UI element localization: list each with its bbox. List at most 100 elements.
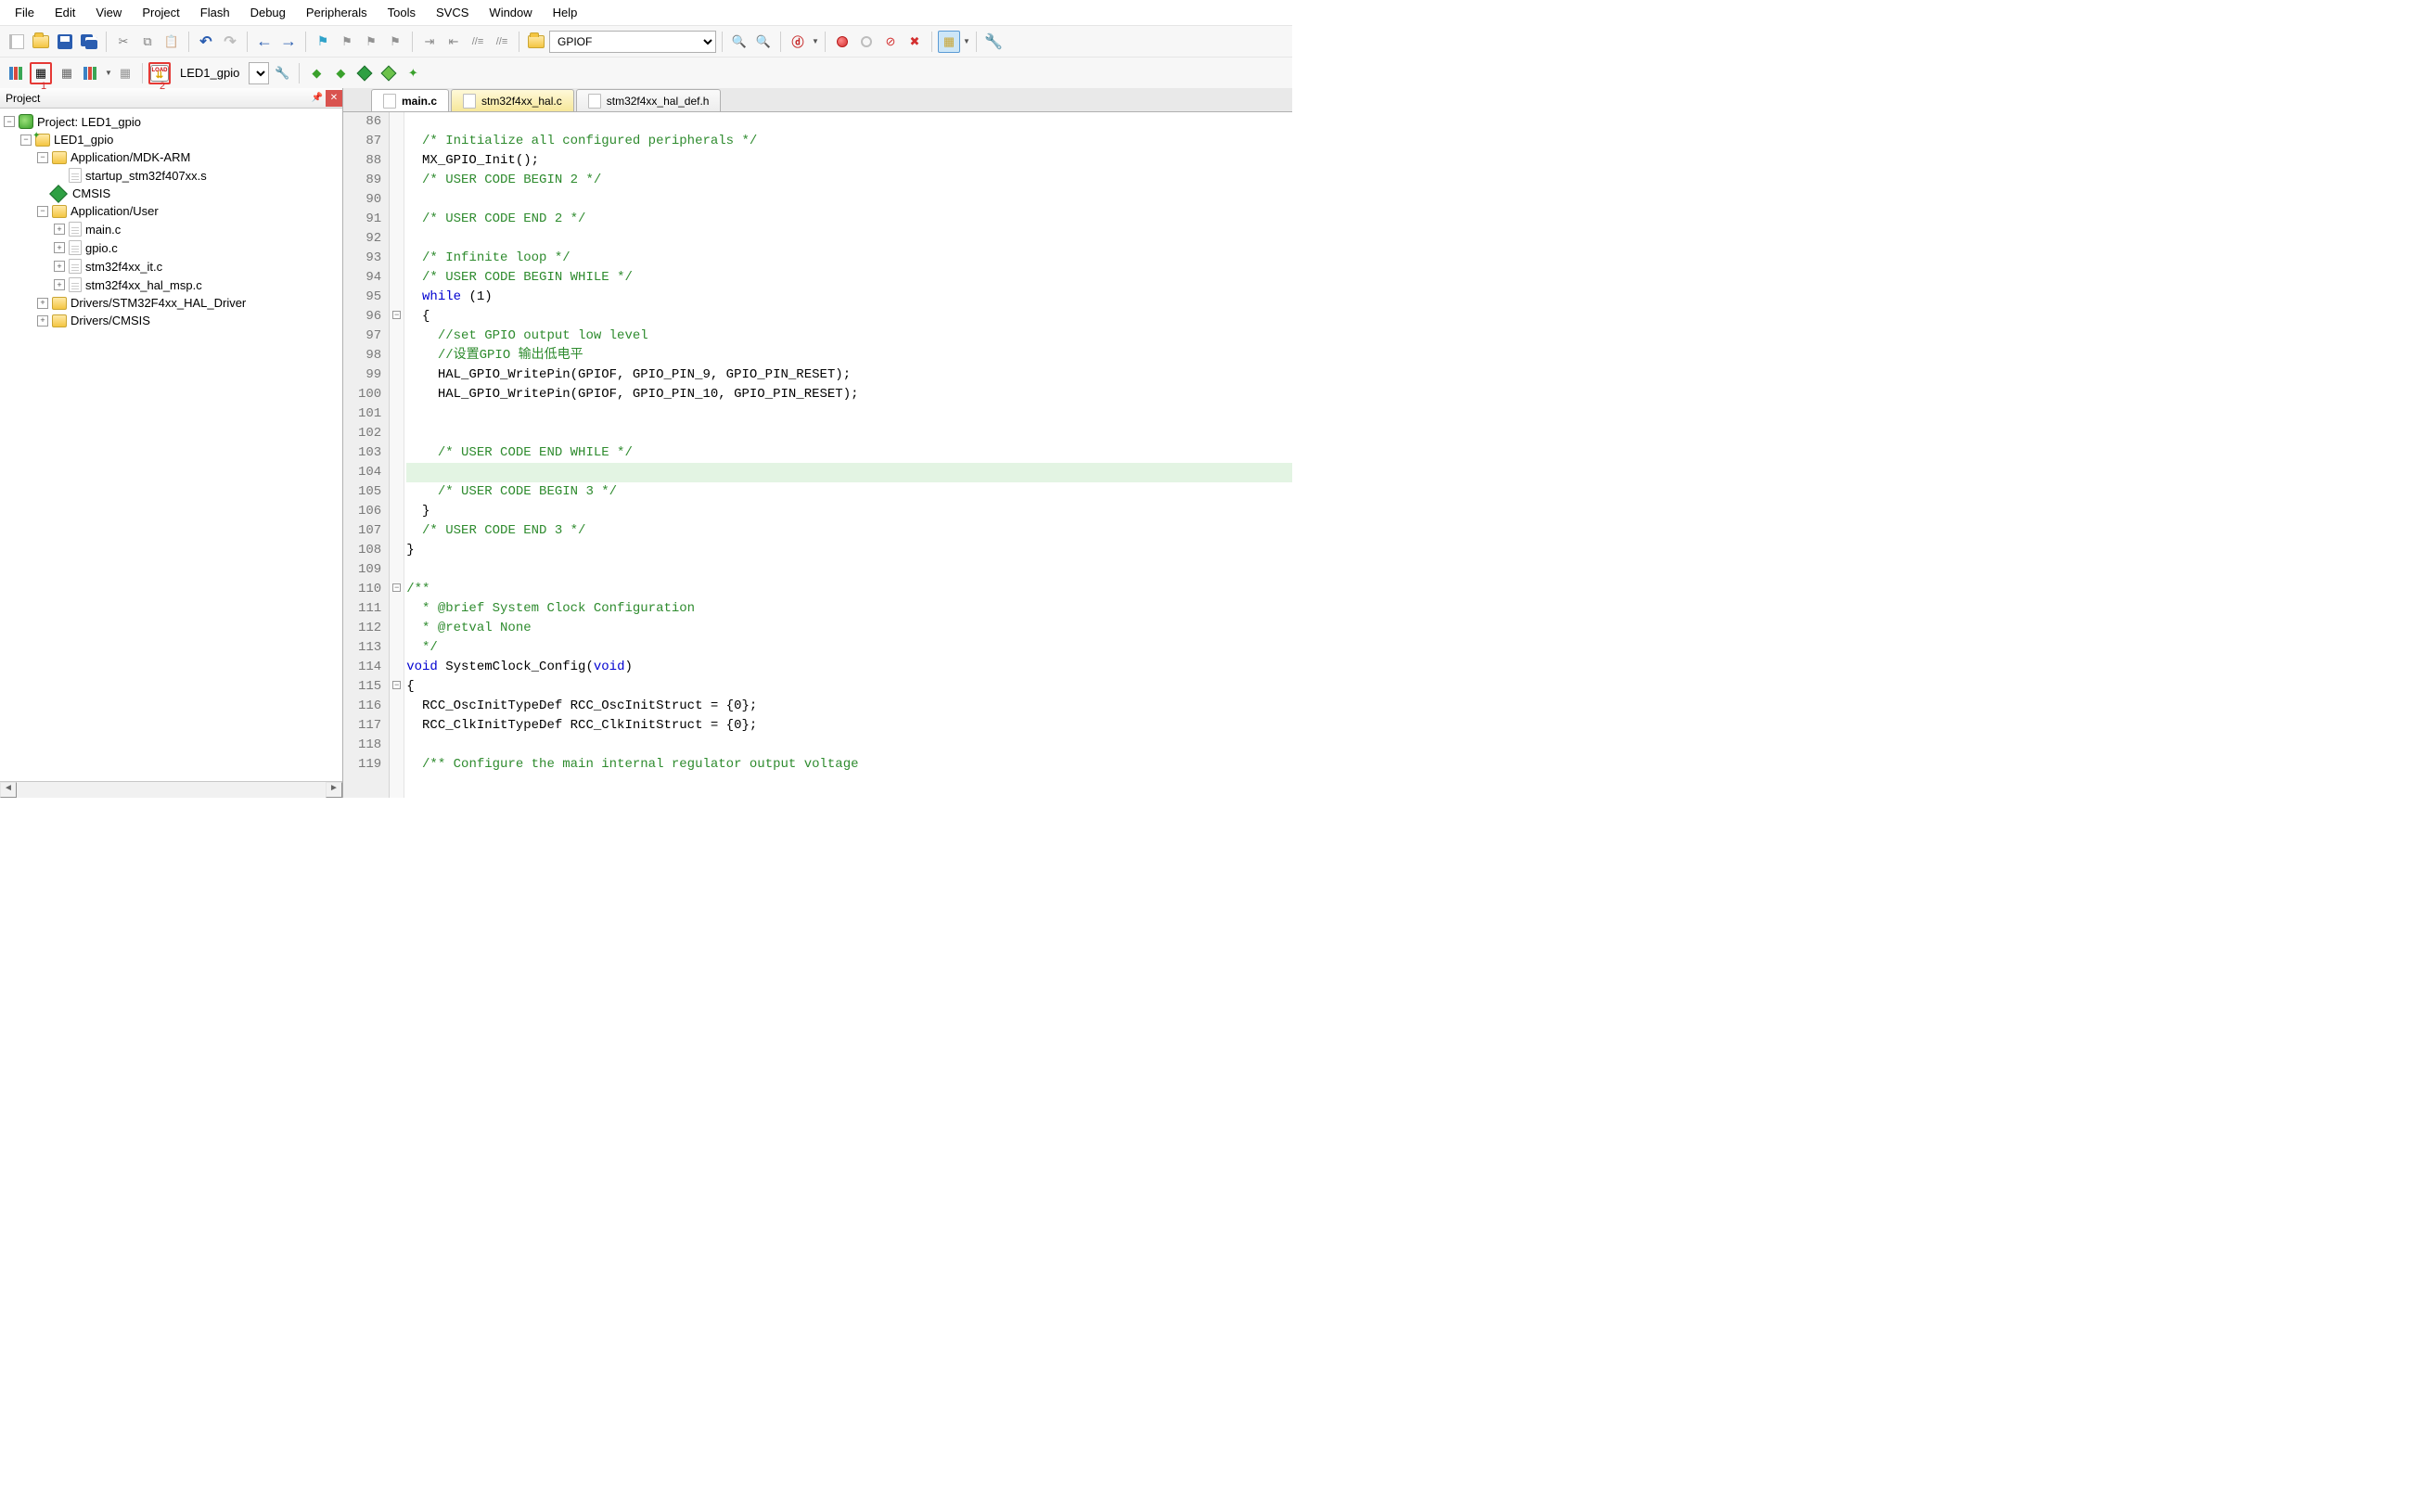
tree-file[interactable]: +stm32f4xx_it.c bbox=[54, 257, 340, 275]
panel-pin-button[interactable]: 📌 bbox=[309, 90, 326, 107]
fold-toggle[interactable]: − bbox=[392, 681, 401, 689]
tree-group-label: Application/MDK-ARM bbox=[71, 150, 190, 164]
tree-build-target[interactable]: − LED1_gpio bbox=[20, 131, 340, 148]
expander-icon[interactable]: − bbox=[4, 116, 15, 127]
stop-build-button[interactable]: ▦ bbox=[114, 62, 136, 84]
redo-button[interactable]: ↷ bbox=[219, 31, 241, 53]
scroll-left-button[interactable]: ◄ bbox=[0, 782, 17, 798]
tree-group-label: CMSIS bbox=[72, 186, 110, 200]
menu-item-svcs[interactable]: SVCS bbox=[427, 2, 478, 23]
paste-button[interactable]: 📋 bbox=[160, 31, 183, 53]
menu-item-tools[interactable]: Tools bbox=[378, 2, 425, 23]
books-button[interactable]: ✦ bbox=[402, 62, 424, 84]
menu-item-peripherals[interactable]: Peripherals bbox=[297, 2, 377, 23]
menu-item-help[interactable]: Help bbox=[544, 2, 587, 23]
tree-group-cmsis[interactable]: CMSIS bbox=[37, 185, 340, 202]
new-file-button[interactable] bbox=[6, 31, 28, 53]
tree-root[interactable]: − Project: LED1_gpio bbox=[4, 112, 340, 131]
copy-button[interactable]: ⧉ bbox=[136, 31, 159, 53]
tree-group-mdk[interactable]: − Application/MDK-ARM bbox=[37, 148, 340, 166]
rebuild-button[interactable]: ▦ bbox=[56, 62, 78, 84]
menu-item-window[interactable]: Window bbox=[480, 2, 541, 23]
menu-item-flash[interactable]: Flash bbox=[191, 2, 239, 23]
tree-group-label: Application/User bbox=[71, 204, 159, 218]
expander-icon[interactable]: − bbox=[37, 206, 48, 217]
nav-back-button[interactable]: ← bbox=[253, 31, 276, 53]
tree-group-user[interactable]: − Application/User bbox=[37, 202, 340, 220]
pack-installer-button[interactable] bbox=[353, 62, 376, 84]
tree-file[interactable]: +stm32f4xx_hal_msp.c bbox=[54, 275, 340, 294]
incremental-find-button[interactable]: 🔍 bbox=[752, 31, 775, 53]
open-file-button[interactable] bbox=[30, 31, 52, 53]
bookmark-clear-button[interactable]: ⚑ bbox=[384, 31, 406, 53]
pack-installer-2-button[interactable] bbox=[378, 62, 400, 84]
translate-button[interactable] bbox=[6, 62, 28, 84]
batch-build-button[interactable] bbox=[80, 62, 102, 84]
expander-icon[interactable]: + bbox=[54, 224, 65, 235]
nav-forward-button[interactable]: → bbox=[277, 31, 300, 53]
expander-icon[interactable]: + bbox=[37, 298, 48, 309]
expander-icon[interactable]: + bbox=[54, 242, 65, 253]
project-panel: Project 📌 ✕ − Project: LED1_gpio bbox=[0, 88, 343, 798]
manage-rt-env-button[interactable]: ◆ bbox=[305, 62, 327, 84]
find-combo[interactable]: GPIOF bbox=[549, 31, 716, 53]
menu-item-file[interactable]: File bbox=[6, 2, 44, 23]
diamond-icon bbox=[49, 185, 68, 203]
bookmark-prev-button[interactable]: ⚑ bbox=[336, 31, 358, 53]
fold-toggle[interactable]: − bbox=[392, 583, 401, 592]
fold-gutter[interactable]: − − − bbox=[390, 112, 404, 798]
tree-group-drvcmsis[interactable]: + Drivers/CMSIS bbox=[37, 312, 340, 329]
editor-tab[interactable]: main.c bbox=[371, 89, 449, 111]
cut-button[interactable]: ✂ bbox=[112, 31, 135, 53]
target-options-button[interactable]: 🔧 bbox=[271, 62, 293, 84]
editor-tab[interactable]: stm32f4xx_hal_def.h bbox=[576, 89, 722, 111]
window-layout-button[interactable]: ▦ bbox=[938, 31, 960, 53]
breakpoint-disable-all-button[interactable]: ⊘ bbox=[879, 31, 902, 53]
expander-icon[interactable]: − bbox=[37, 152, 48, 163]
menu-item-project[interactable]: Project bbox=[133, 2, 188, 23]
project-tree[interactable]: − Project: LED1_gpio − LED1_gpio bbox=[0, 109, 342, 781]
menu-item-edit[interactable]: Edit bbox=[45, 2, 84, 23]
tree-group-hal[interactable]: + Drivers/STM32F4xx_HAL_Driver bbox=[37, 294, 340, 312]
fold-toggle[interactable]: − bbox=[392, 311, 401, 319]
indent-button[interactable]: ⇥ bbox=[418, 31, 441, 53]
outdent-button[interactable]: ⇤ bbox=[442, 31, 465, 53]
uncomment-button[interactable]: //≡ bbox=[491, 31, 513, 53]
configure-button[interactable]: 🔧 bbox=[982, 31, 1005, 53]
tree-root-label: Project: LED1_gpio bbox=[37, 115, 141, 129]
tree-file-label: startup_stm32f407xx.s bbox=[85, 169, 207, 183]
tree-file[interactable]: startup_stm32f407xx.s bbox=[54, 166, 340, 185]
breakpoint-insert-button[interactable] bbox=[831, 31, 853, 53]
expander-icon[interactable]: + bbox=[37, 315, 48, 327]
menu-item-debug[interactable]: Debug bbox=[241, 2, 295, 23]
menubar: FileEditViewProjectFlashDebugPeripherals… bbox=[0, 0, 1292, 25]
comment-button[interactable]: //≡ bbox=[467, 31, 489, 53]
bookmark-toggle-button[interactable]: ⚑ bbox=[312, 31, 334, 53]
find-button[interactable]: 🔍 bbox=[728, 31, 750, 53]
save-button[interactable] bbox=[54, 31, 76, 53]
tree-file[interactable]: +gpio.c bbox=[54, 238, 340, 257]
bookmark-next-button[interactable]: ⚑ bbox=[360, 31, 382, 53]
file-icon bbox=[69, 277, 82, 292]
code-editor[interactable]: 8687888990919293949596979899100101102103… bbox=[343, 112, 1292, 798]
file-icon bbox=[69, 168, 82, 183]
undo-button[interactable]: ↶ bbox=[195, 31, 217, 53]
scroll-right-button[interactable]: ► bbox=[326, 782, 342, 798]
breakpoint-kill-all-button[interactable]: ✖ bbox=[904, 31, 926, 53]
breakpoint-enable-button[interactable] bbox=[855, 31, 878, 53]
file-icon bbox=[69, 240, 82, 255]
code-content[interactable]: /* Initialize all configured peripherals… bbox=[404, 112, 1292, 798]
expander-icon[interactable]: + bbox=[54, 261, 65, 272]
tree-file[interactable]: +main.c bbox=[54, 220, 340, 238]
target-combo[interactable] bbox=[249, 62, 269, 84]
find-in-files-button[interactable] bbox=[525, 31, 547, 53]
expander-icon[interactable]: − bbox=[20, 135, 32, 146]
panel-close-button[interactable]: ✕ bbox=[326, 90, 342, 107]
select-packs-button[interactable]: ◆ bbox=[329, 62, 352, 84]
save-all-button[interactable] bbox=[78, 31, 100, 53]
menu-item-view[interactable]: View bbox=[86, 2, 131, 23]
expander-icon[interactable]: + bbox=[54, 279, 65, 290]
debug-start-button[interactable]: ⓓ bbox=[787, 31, 809, 53]
editor-tab[interactable]: stm32f4xx_hal.c bbox=[451, 89, 574, 111]
panel-hscroll[interactable]: ◄ ► bbox=[0, 781, 342, 798]
